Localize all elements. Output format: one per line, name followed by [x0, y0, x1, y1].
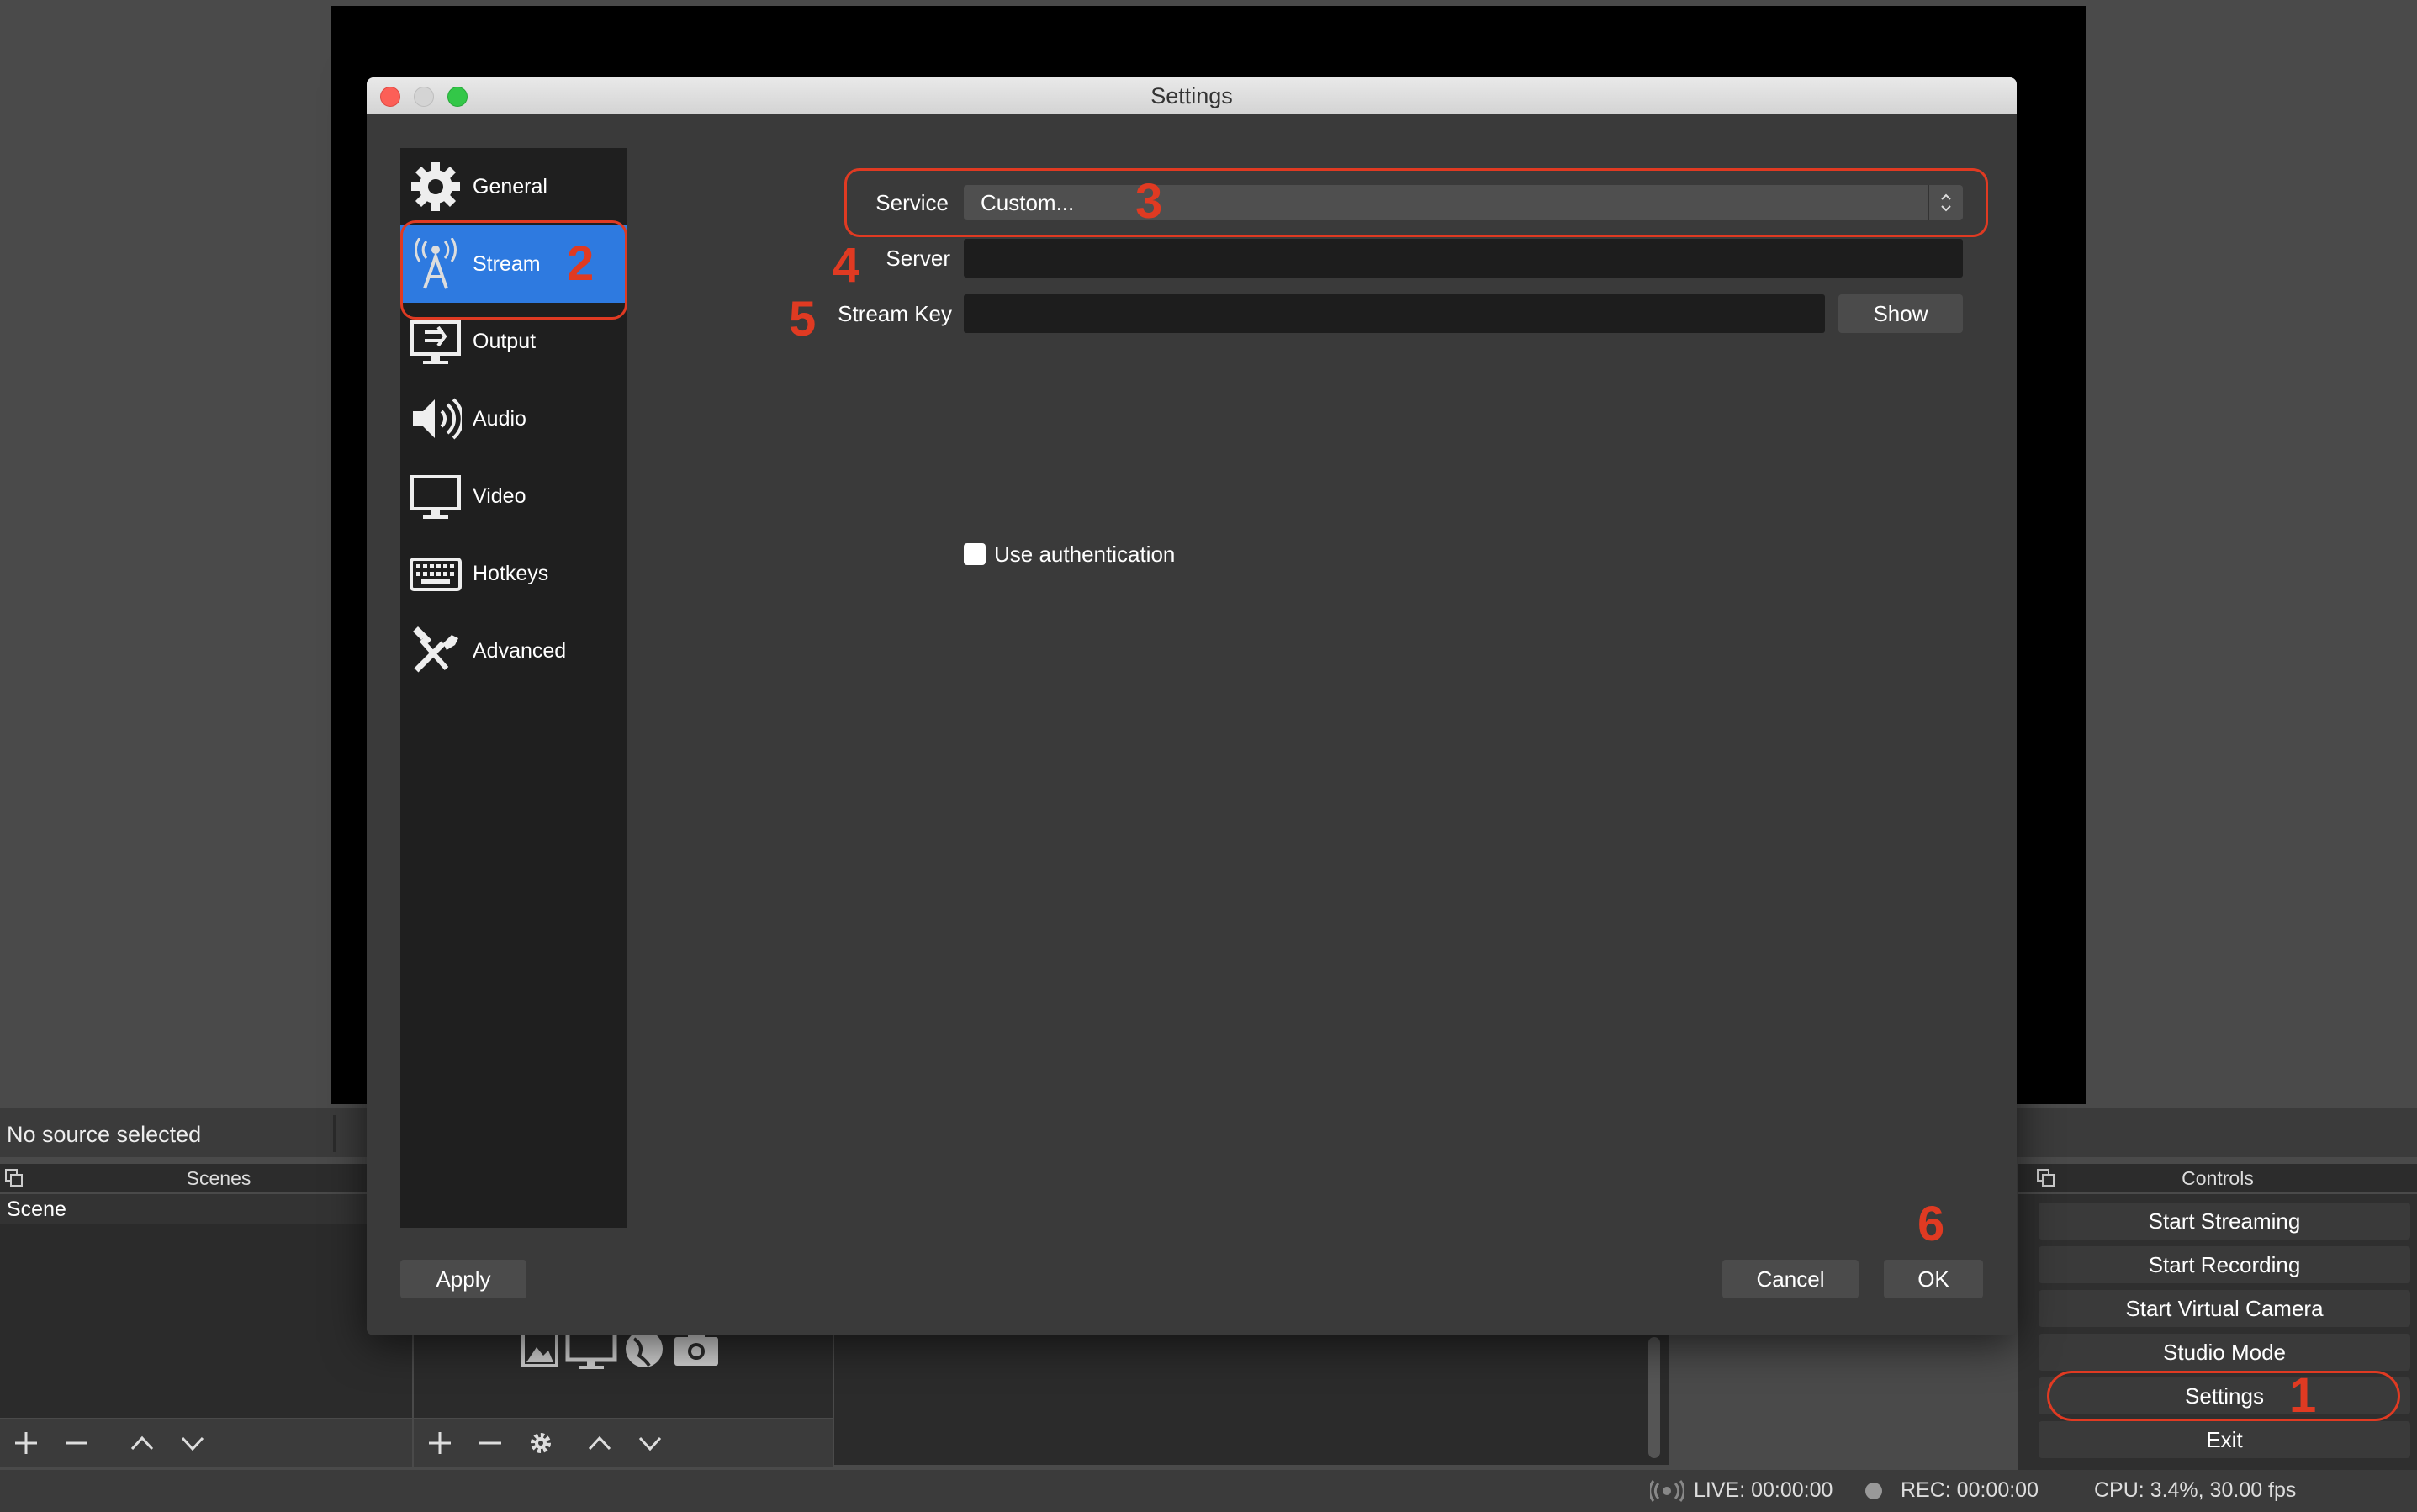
sidebar-item-label: Hotkeys [473, 561, 549, 585]
move-scene-down-button[interactable] [173, 1424, 212, 1462]
sidebar-item-label: Output [473, 329, 537, 353]
add-scene-button[interactable] [7, 1424, 45, 1462]
annotation-number-1: 1 [2289, 1368, 2317, 1423]
use-authentication-label[interactable]: Use authentication [994, 542, 1175, 568]
move-scene-up-button[interactable] [123, 1424, 161, 1462]
server-label: Server [886, 246, 950, 271]
dialog-title: Settings [1150, 83, 1233, 108]
select-arrows-icon [1928, 185, 1963, 220]
start-recording-button[interactable]: Start Recording [2039, 1246, 2410, 1283]
keyboard-icon [410, 558, 462, 591]
chevron-down-icon [181, 1436, 204, 1451]
chevron-down-icon [638, 1436, 662, 1451]
start-streaming-button[interactable]: Start Streaming [2039, 1203, 2410, 1240]
monitor-icon [410, 475, 461, 519]
sources-toolbar [414, 1419, 833, 1467]
remove-source-button[interactable] [471, 1424, 510, 1462]
scenes-toolbar [0, 1419, 412, 1467]
move-source-down-button[interactable] [631, 1424, 669, 1462]
settings-dialog: Settings General Stream Output Audio Vid… [367, 77, 2017, 1335]
scenes-title: Scenes [186, 1167, 251, 1189]
start-virtual-camera-button[interactable]: Start Virtual Camera [2039, 1290, 2410, 1327]
minus-icon [66, 1441, 87, 1445]
service-label: Service [875, 190, 949, 215]
studio-mode-button[interactable]: Studio Mode [2039, 1334, 2410, 1371]
add-source-button[interactable] [420, 1424, 459, 1462]
sidebar-item-label: Advanced [473, 638, 567, 663]
minus-icon [479, 1441, 501, 1445]
apply-button[interactable]: Apply [400, 1260, 526, 1298]
annotation-number-2: 2 [567, 236, 595, 291]
speaker-icon [413, 398, 462, 440]
annotation-number-3: 3 [1135, 174, 1163, 229]
sidebar-item-general[interactable]: General [400, 148, 627, 225]
sidebar-item-label: Audio [473, 406, 526, 431]
sidebar-item-label: General [473, 174, 547, 198]
controls-title: Controls [2182, 1167, 2254, 1189]
record-indicator-icon [1865, 1483, 1882, 1499]
dock-float-icon[interactable] [2037, 1169, 2055, 1187]
mixer-scrollbar[interactable] [1648, 1337, 1660, 1458]
sidebar-item-label: Video [473, 484, 526, 508]
service-selected-value: Custom... [981, 190, 1075, 215]
use-authentication-checkbox[interactable] [964, 543, 986, 565]
cancel-button[interactable]: Cancel [1722, 1260, 1859, 1298]
exit-button[interactable]: Exit [2039, 1421, 2410, 1458]
server-input[interactable] [964, 239, 1963, 278]
stream-key-input[interactable] [964, 294, 1825, 333]
cpu-fps-status: CPU: 3.4%, 30.00 fps [2094, 1478, 2297, 1502]
chevron-up-icon [130, 1435, 154, 1451]
plus-icon [15, 1432, 37, 1454]
minimize-window-button[interactable] [414, 87, 434, 107]
tools-icon [413, 626, 458, 673]
status-bar [0, 1470, 2417, 1512]
move-source-up-button[interactable] [580, 1424, 619, 1462]
annotation-number-5: 5 [789, 292, 817, 346]
output-icon [410, 320, 461, 364]
live-broadcast-icon [1650, 1480, 1684, 1502]
ok-button[interactable]: OK [1884, 1260, 1983, 1298]
remove-scene-button[interactable] [57, 1424, 96, 1462]
service-select[interactable]: Custom... [964, 185, 1963, 220]
gear-icon [531, 1433, 551, 1453]
scene-list-item[interactable]: Scene [0, 1194, 370, 1224]
live-timer: LIVE: 00:00:00 [1694, 1478, 1833, 1502]
scenes-list[interactable] [0, 1224, 412, 1418]
dock-float-icon[interactable] [5, 1169, 24, 1187]
show-stream-key-button[interactable]: Show [1838, 294, 1963, 333]
close-window-button[interactable] [380, 87, 400, 107]
sidebar-item-hotkeys[interactable]: Hotkeys [400, 535, 627, 612]
annotation-highlight-settings [2047, 1371, 2400, 1421]
controls-dock-header: Controls [2018, 1164, 2417, 1192]
rec-timer: REC: 00:00:00 [1901, 1478, 2039, 1502]
zoom-window-button[interactable] [447, 87, 468, 107]
no-source-label: No source selected [7, 1122, 202, 1147]
chevron-up-icon [588, 1435, 611, 1451]
dialog-titlebar[interactable]: Settings [367, 77, 2017, 114]
sidebar-item-audio[interactable]: Audio [400, 380, 627, 457]
stream-key-label: Stream Key [838, 301, 952, 326]
sidebar-item-advanced[interactable]: Advanced [400, 612, 627, 690]
gear-icon [411, 162, 460, 211]
source-properties-button[interactable] [521, 1424, 560, 1462]
source-properties-gear-icon[interactable] [333, 1115, 363, 1152]
plus-icon [429, 1432, 451, 1454]
annotation-number-6: 6 [1917, 1197, 1945, 1251]
sidebar-item-video[interactable]: Video [400, 457, 627, 535]
